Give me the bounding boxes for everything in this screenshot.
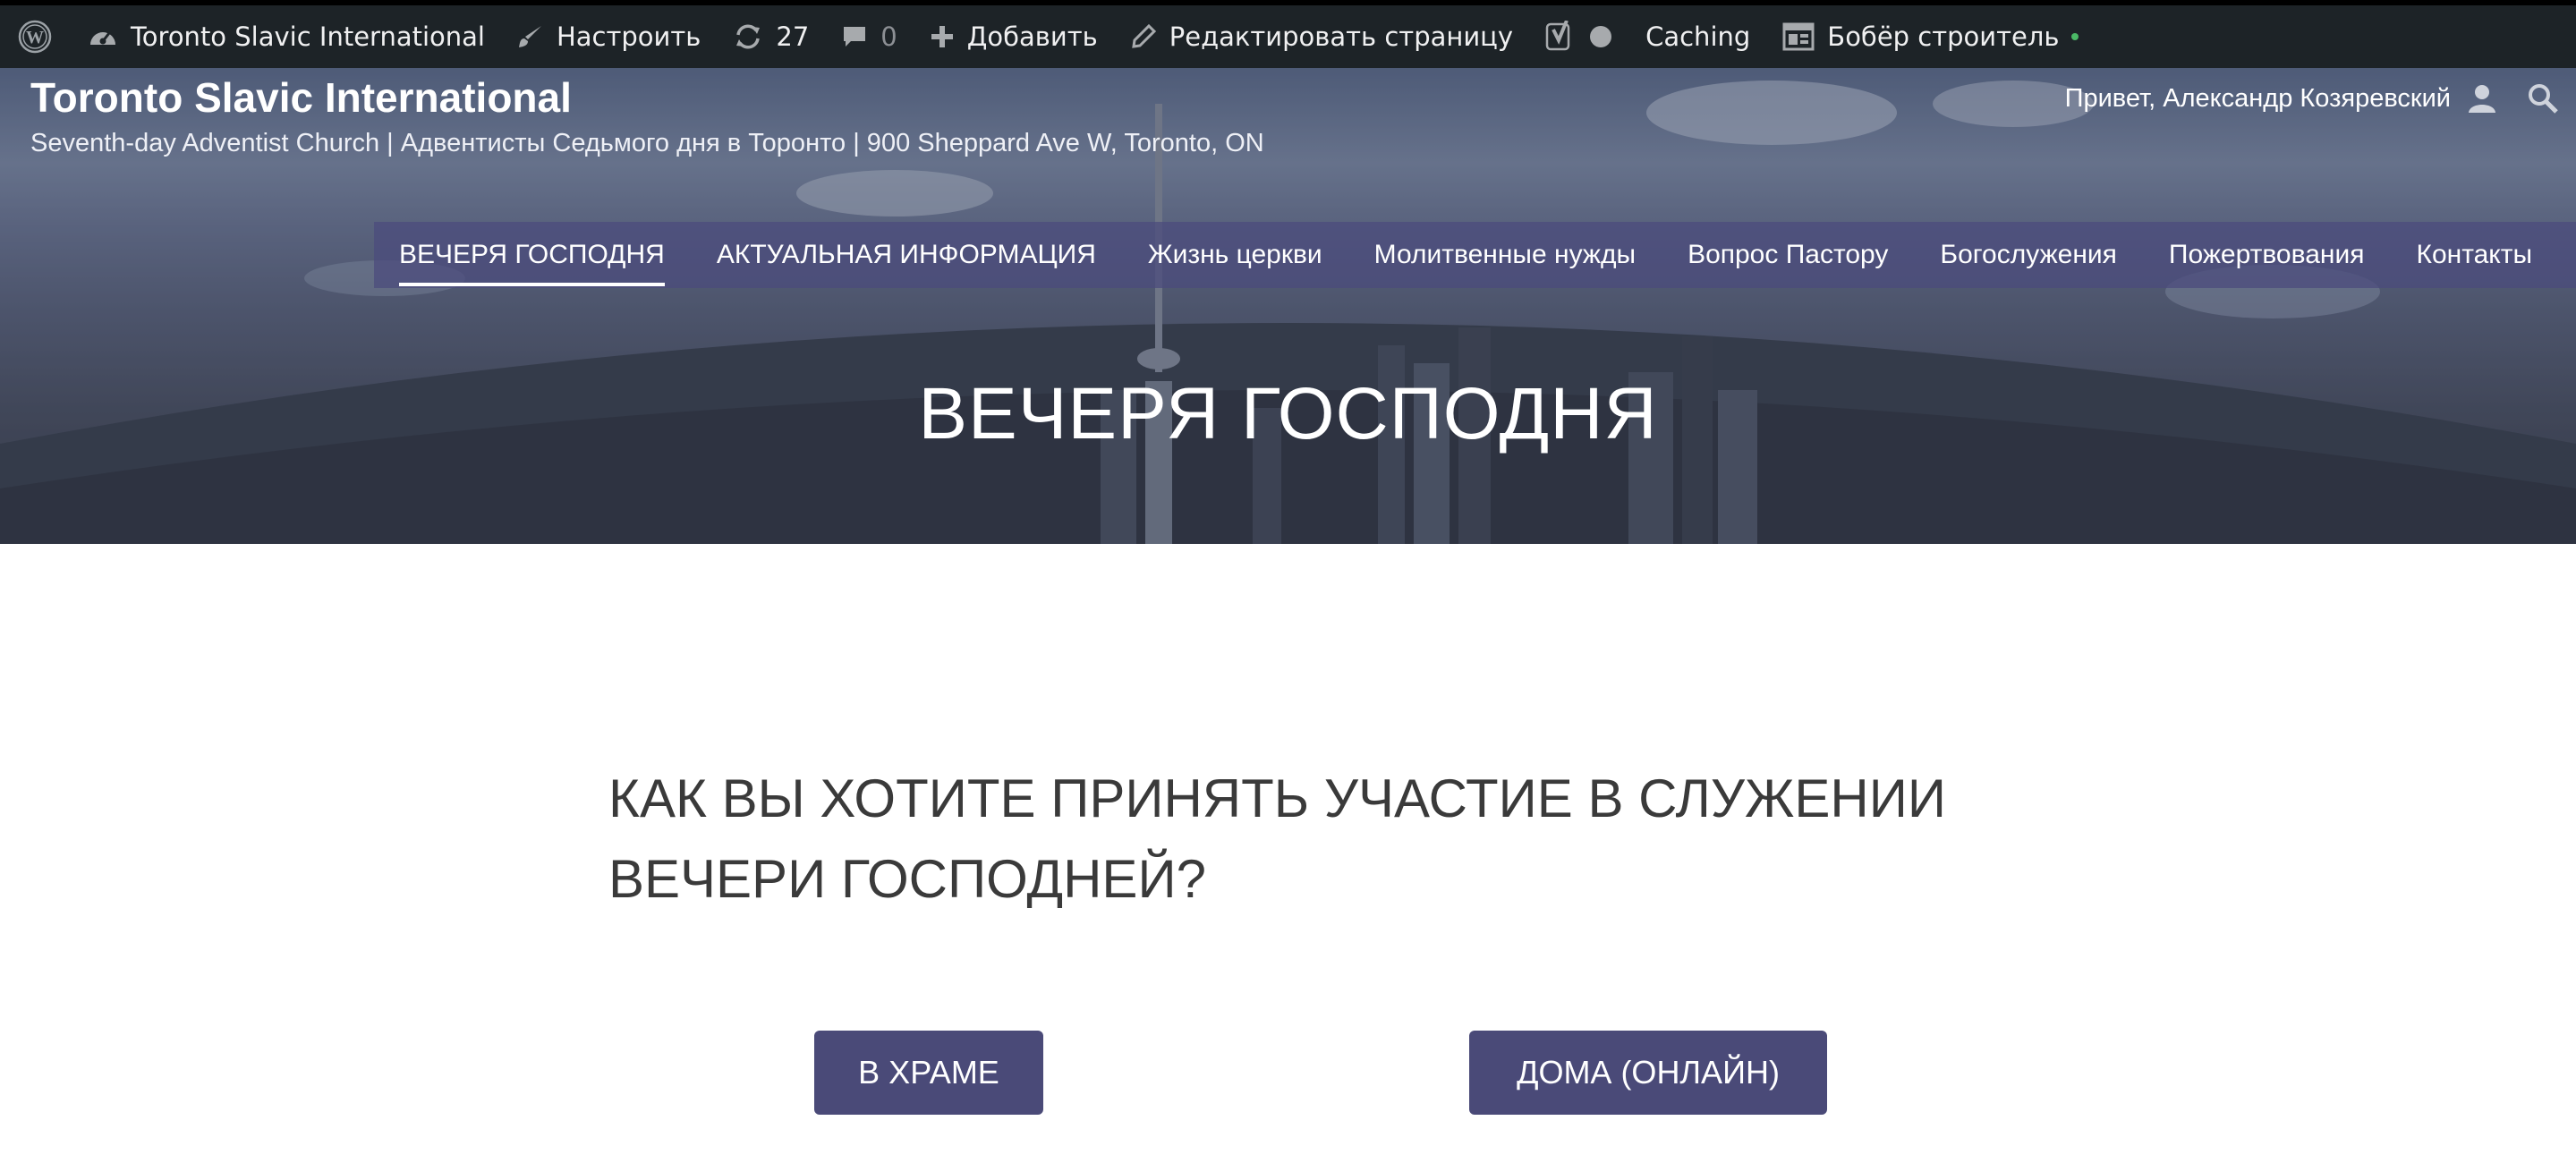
comment-icon [841, 23, 868, 50]
svg-text:W: W [26, 28, 44, 47]
wordpress-logo-icon: W [18, 20, 52, 54]
comments-count: 0 [880, 21, 897, 52]
yoast-icon [1545, 21, 1576, 53]
nav-item-ask-pastor[interactable]: Вопрос Пастору [1688, 222, 1888, 288]
dashboard-icon [88, 23, 118, 50]
nav-item-current-info[interactable]: АКТУАЛЬНАЯ ИНФОРМАЦИЯ [717, 222, 1096, 288]
add-new-label: Добавить [966, 21, 1098, 52]
nav-item-prayer-needs[interactable]: Молитвенные нужды [1374, 222, 1636, 288]
brush-icon [517, 23, 544, 50]
edit-page-label: Редактировать страницу [1169, 21, 1514, 52]
comments-menu[interactable]: 0 [825, 5, 913, 68]
site-description: Seventh-day Adventist Church | Адвентист… [30, 129, 1264, 157]
nav-item-lords-supper[interactable]: ВЕЧЕРЯ ГОСПОДНЯ [399, 222, 665, 288]
customize-menu[interactable]: Настроить [501, 5, 717, 68]
pencil-icon [1130, 23, 1157, 50]
user-icon[interactable] [2466, 82, 2498, 118]
builder-status-dot [2071, 33, 2079, 40]
hero-header: Toronto Slavic International Seventh-day… [0, 68, 2576, 544]
nav-item-church-life[interactable]: Жизнь церкви [1148, 222, 1322, 288]
nav-item-contacts[interactable]: Контакты [2416, 222, 2532, 288]
page-title: ВЕЧЕРЯ ГОСПОДНЯ [918, 373, 1658, 454]
status-circle-icon [1588, 24, 1613, 49]
yoast-menu[interactable] [1529, 5, 1629, 68]
search-icon[interactable] [2527, 82, 2559, 118]
site-name-menu[interactable]: Toronto Slavic International [72, 5, 501, 68]
customize-label: Настроить [556, 21, 701, 52]
nav-item-services[interactable]: Богослужения [1940, 222, 2117, 288]
builder-menu[interactable]: Бобёр строитель [1766, 5, 2095, 68]
builder-icon [1782, 22, 1815, 51]
user-greeting[interactable]: Привет, Александр Козяревский [2065, 84, 2451, 114]
builder-label: Бобёр строитель [1827, 21, 2060, 52]
add-new-menu[interactable]: Добавить [914, 5, 1114, 68]
wp-admin-bar: W Toronto Slavic International Настроить [0, 5, 2576, 68]
main-navigation: ВЕЧЕРЯ ГОСПОДНЯ АКТУАЛЬНАЯ ИНФОРМАЦИЯ Жи… [374, 222, 2576, 288]
edit-page-menu[interactable]: Редактировать страницу [1114, 5, 1529, 68]
site-title[interactable]: Toronto Slavic International [30, 73, 572, 122]
updates-menu[interactable]: 27 [717, 5, 825, 68]
updates-count: 27 [776, 21, 810, 52]
participation-question: КАК ВЫ ХОТИТЕ ПРИНЯТЬ УЧАСТИЕ В СЛУЖЕНИИ… [608, 768, 1946, 909]
caching-menu[interactable]: Caching [1629, 5, 1766, 68]
nav-item-donations[interactable]: Пожертвования [2169, 222, 2365, 288]
caching-label: Caching [1645, 21, 1751, 52]
at-home-online-button[interactable]: ДОМА (ОНЛАЙН) [1469, 1031, 1827, 1115]
in-temple-button[interactable]: В ХРАМЕ [814, 1031, 1043, 1115]
updates-icon [733, 21, 763, 52]
plus-icon [930, 24, 955, 49]
site-name-label: Toronto Slavic International [131, 21, 485, 52]
wordpress-menu[interactable]: W [0, 5, 72, 68]
